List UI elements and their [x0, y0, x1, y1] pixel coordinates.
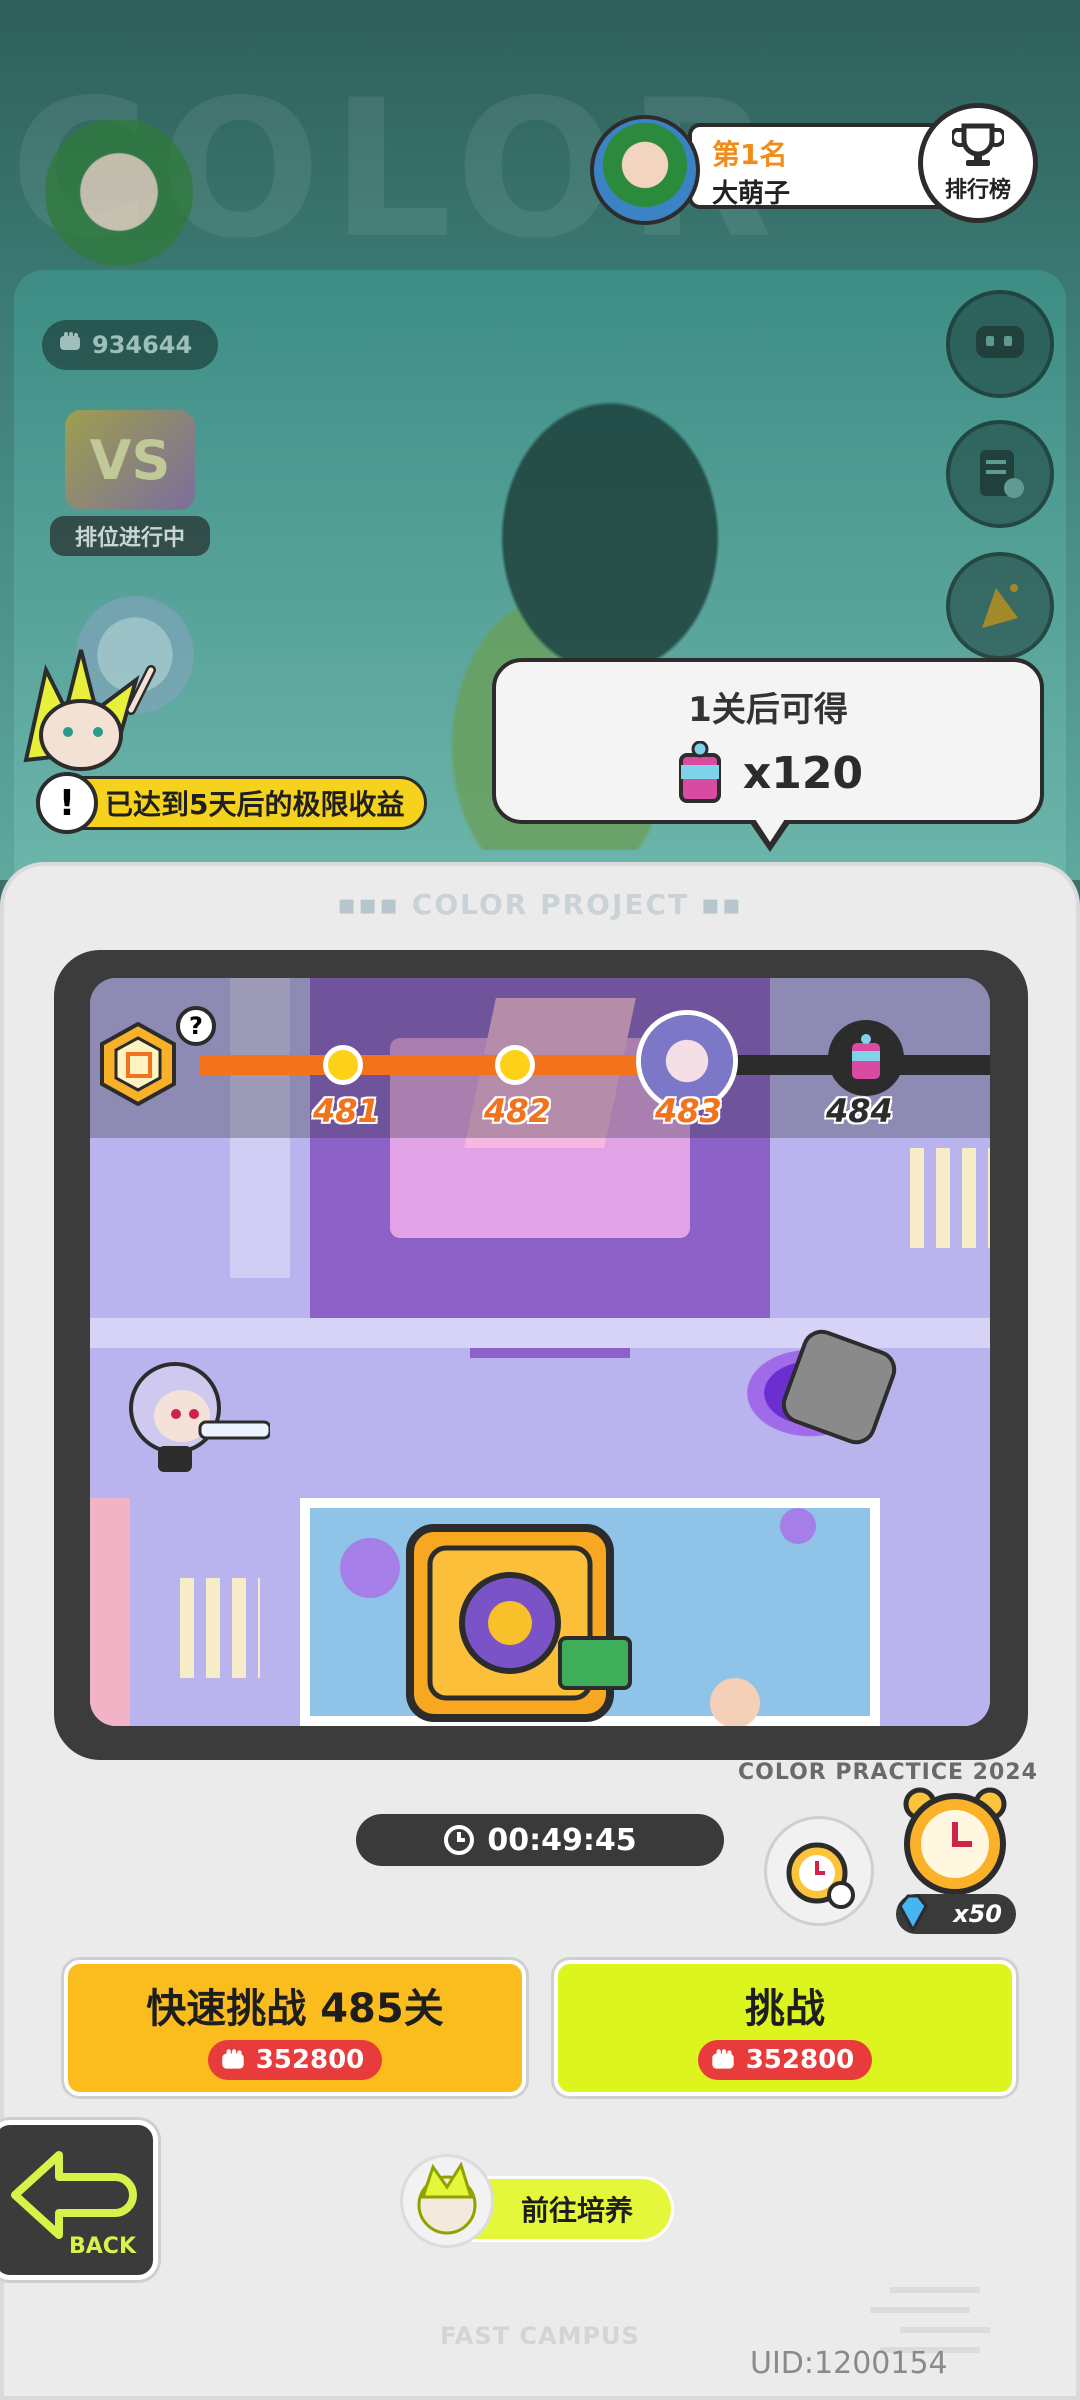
diamond-icon	[892, 1892, 934, 1934]
train-character-avatar	[400, 2154, 494, 2248]
leaderboard-card[interactable]: 第1名 大萌子 排行榜	[590, 103, 1070, 225]
quick-challenge-label: 快速挑战 485关	[146, 1986, 444, 2032]
guide-character	[6, 640, 166, 790]
events-button[interactable]	[946, 552, 1054, 660]
tooltip-quantity: x120	[742, 747, 864, 799]
level-label-current: 483	[655, 1092, 722, 1130]
tooltip-reward: x120	[496, 741, 1040, 805]
challenge-cost: 352800	[697, 2040, 873, 2080]
checklist-icon	[980, 450, 1024, 498]
vs-icon: VS	[65, 410, 195, 510]
power-value: 934644	[92, 331, 193, 359]
warning-icon: !	[36, 772, 98, 834]
paint-can-icon	[678, 741, 721, 803]
tooltip-tail-fill	[753, 816, 787, 842]
back-arrow-icon: BACK	[11, 2151, 137, 2259]
user-id: UID:1200154	[750, 2346, 948, 2381]
leaderboard-button[interactable]: 排行榜	[918, 103, 1038, 223]
stage-info-badge[interactable]	[98, 1021, 178, 1107]
help-icon[interactable]: ?	[176, 1006, 216, 1046]
hero-character	[120, 1348, 272, 1478]
project-title-text: COLOR PROJECT	[411, 888, 690, 921]
tasks-button[interactable]	[946, 420, 1054, 528]
stage-badge-icon	[100, 1021, 176, 1107]
power-display: 934644	[42, 320, 218, 370]
chat-button[interactable]	[946, 290, 1054, 398]
back-button[interactable]: BACK	[0, 2120, 158, 2280]
progress-bar-fill	[200, 1055, 660, 1075]
clock-icon	[444, 1825, 475, 1855]
tooltip-title: 1关后可得	[688, 690, 848, 730]
level-label: 482	[484, 1092, 551, 1130]
paint-can-icon	[852, 1034, 880, 1079]
ranked-match-button[interactable]: VS 排位进行中	[50, 410, 210, 560]
challenge-cost-value: 352800	[745, 2045, 855, 2075]
reward-tooltip: 1关后可得 x120	[492, 658, 1044, 824]
quick-challenge-cost-value: 352800	[255, 2045, 365, 2075]
leaderboard-top-avatar	[590, 115, 700, 225]
ranked-status-label: 排位进行中	[50, 516, 210, 556]
fist-icon	[56, 328, 84, 362]
timer-value: 00:49:45	[487, 1822, 637, 1858]
level-label: 484	[826, 1092, 893, 1130]
warning-text: 已达到5天后的极限收益	[105, 788, 405, 821]
fist-icon	[712, 2049, 734, 2069]
reward-node-484[interactable]	[828, 1020, 904, 1096]
progress-node-482	[495, 1045, 535, 1085]
go-train-label: 前往培养	[520, 2194, 633, 2227]
fist-icon	[222, 2049, 244, 2069]
challenge-button[interactable]: 挑战 352800	[554, 1960, 1016, 2096]
speedup-ad-button[interactable]	[764, 1816, 874, 1926]
party-icon	[982, 584, 1018, 628]
challenge-label: 挑战	[745, 1986, 825, 2032]
progress-node-481	[323, 1045, 363, 1085]
quick-challenge-cost: 352800	[207, 2040, 383, 2080]
quick-challenge-button[interactable]: 快速挑战 485关 352800	[64, 1960, 526, 2096]
alarm-clock-icon	[903, 1787, 1007, 1895]
safe-treasure	[390, 1508, 640, 1726]
gem-cost-value: x50	[953, 1900, 1002, 1928]
project-title: ▪▪▪ COLOR PROJECT ▪▪	[337, 888, 743, 921]
level-label: 481	[313, 1092, 380, 1130]
back-label: BACK	[69, 2234, 137, 2259]
alarm-clock-icon	[786, 1842, 855, 1909]
player-avatar[interactable]	[38, 120, 218, 300]
trophy-icon	[952, 123, 1004, 166]
chat-icon	[976, 326, 1024, 358]
idle-timer: 00:49:45	[356, 1814, 724, 1866]
leaderboard-button-label: 排行榜	[944, 178, 1011, 203]
